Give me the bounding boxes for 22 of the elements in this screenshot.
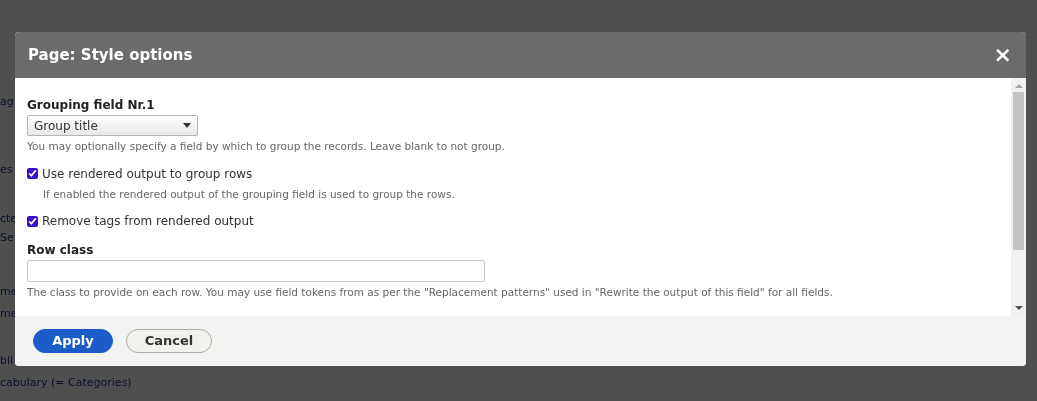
- background-link[interactable]: ag: [0, 94, 14, 111]
- background-link[interactable]: cabulary (= Categories): [0, 375, 132, 392]
- caret-icon: [183, 123, 191, 128]
- checkbox-label[interactable]: Use rendered output to group rows: [42, 164, 253, 183]
- row-class-input[interactable]: [27, 260, 485, 283]
- close-button[interactable]: ×: [993, 44, 1012, 66]
- background-link[interactable]: Se: [0, 230, 14, 247]
- background-link[interactable]: bli: [0, 353, 14, 370]
- option-description: If enabled the rendered output of the grouping field is used to group the rows.: [43, 187, 456, 202]
- cancel-button[interactable]: Cancel: [126, 329, 212, 353]
- checkbox[interactable]: [27, 215, 38, 227]
- scrollbar[interactable]: [1011, 78, 1026, 316]
- field-description: You may optionally specify a field by which to group the records. Leave blank to not group.: [27, 140, 506, 154]
- background-link[interactable]: es: [0, 162, 13, 179]
- dialog-title: Page: Style options: [28, 44, 193, 66]
- grouping-select[interactable]: Group title: [27, 115, 198, 136]
- field-label: Grouping field Nr.1: [27, 97, 156, 114]
- checkbox-label[interactable]: Remove tags from rendered output: [42, 212, 254, 231]
- apply-button[interactable]: Apply: [33, 329, 113, 353]
- checkbox[interactable]: [27, 168, 38, 180]
- field-description: The class to provide on each row. You may use field tokens from as per the "Replacement patterns" used in "Rewrite the output of this field" for all fields.: [27, 286, 834, 300]
- field-label: Row class: [27, 242, 95, 260]
